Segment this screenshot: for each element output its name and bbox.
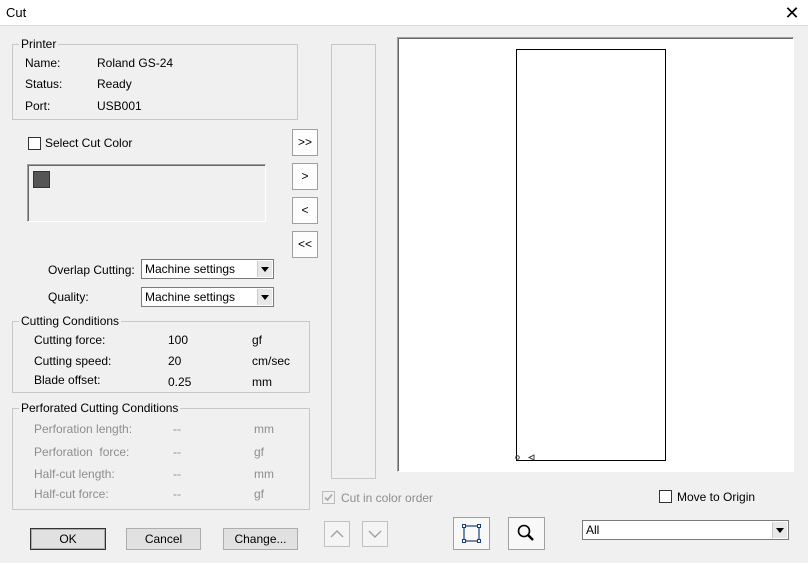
close-button[interactable]: ✕ [776,0,808,26]
blade-offset-value: 0.25 [168,375,192,389]
cut-in-color-order-label: Cut in color order [341,491,434,505]
zoom-button[interactable] [508,517,545,550]
chevron-down-icon[interactable] [257,289,272,305]
perforated-conditions-title: Perforated Cutting Conditions [19,401,181,415]
title-bar: Cut [0,0,808,26]
move-left-button[interactable]: < [292,197,318,224]
printer-port-value: USB001 [97,99,142,113]
printer-name-label: Name: [25,56,61,70]
move-all-right-label: >> [297,135,312,149]
printer-status-label: Status: [25,77,63,91]
half-cut-length-value: -- [173,467,181,481]
perforated-conditions-group: Perforated Cutting Conditions Perforatio… [12,401,310,510]
move-all-left-label: << [297,237,312,251]
origin-marker-icon [515,454,535,461]
change-button[interactable]: Change... [223,528,298,550]
change-label: Change... [234,532,287,546]
move-up-button[interactable] [324,521,350,547]
half-cut-force-label: Half-cut force: [34,487,109,501]
half-cut-length-unit: mm [254,467,274,481]
select-cut-color-label[interactable]: Select Cut Color [45,136,132,150]
window-title: Cut [6,5,27,20]
perforation-length-value: -- [173,422,181,436]
half-cut-force-value: -- [173,487,181,501]
view-filter-value: All [586,523,600,537]
printer-name-value: Roland GS-24 [97,56,174,70]
blade-offset-unit: mm [252,375,272,389]
fit-page-icon [462,524,481,543]
half-cut-length-label: Half-cut length: [34,467,115,481]
quality-label: Quality: [48,290,89,304]
perforation-length-unit: mm [254,422,274,436]
move-right-label: > [301,169,309,183]
cutting-force-unit: gf [252,333,263,347]
select-cut-color-checkbox[interactable] [28,137,41,150]
quality-value: Machine settings [145,290,236,304]
cutting-conditions-title: Cutting Conditions [19,314,122,328]
cut-order-list[interactable] [331,44,376,479]
cutting-conditions-group: Cutting Conditions Cutting force: 100 gf… [12,314,310,393]
perforation-length-label: Perforation length: [34,422,133,436]
chevron-down-icon[interactable] [772,522,787,538]
cut-color-list[interactable] [27,164,266,222]
ok-label: OK [59,532,77,546]
perforation-force-unit: gf [254,445,265,459]
printer-group-title: Printer [19,37,59,51]
cancel-label: Cancel [144,532,183,546]
magnifier-icon [517,524,534,541]
printer-status-value: Ready [97,77,132,91]
move-all-left-button[interactable]: << [292,231,318,258]
cutting-speed-label: Cutting speed: [34,354,112,368]
view-filter-select[interactable]: All [582,520,789,540]
cutting-force-label: Cutting force: [34,333,106,347]
move-right-button[interactable]: > [292,163,318,190]
cutting-speed-unit: cm/sec [252,354,291,368]
ok-button[interactable]: OK [30,528,106,550]
move-to-origin-checkbox[interactable] [659,490,672,503]
move-down-button[interactable] [362,521,388,547]
check-icon [324,493,333,502]
move-left-label: < [301,203,309,217]
half-cut-force-unit: gf [254,487,265,501]
blade-offset-label: Blade offset: [34,373,101,387]
media-outline [516,49,666,461]
cutting-force-value: 100 [168,333,189,347]
printer-group: Printer Name: Roland GS-24 Status: Ready… [12,37,298,120]
printer-port-label: Port: [25,99,51,113]
close-icon: ✕ [784,3,800,23]
chevron-down-icon[interactable] [257,261,272,277]
cut-preview-area[interactable] [397,37,794,472]
move-all-right-button[interactable]: >> [292,129,318,156]
overlap-cutting-value: Machine settings [145,262,236,276]
perforation-force-value: -- [173,445,181,459]
move-to-origin-label[interactable]: Move to Origin [677,490,755,504]
color-swatch[interactable] [33,171,50,188]
overlap-cutting-select[interactable]: Machine settings [141,259,274,279]
overlap-cutting-label: Overlap Cutting: [48,263,135,277]
cutting-speed-value: 20 [168,354,182,368]
fit-view-button[interactable] [453,517,490,550]
quality-select[interactable]: Machine settings [141,287,274,307]
perforation-force-label: Perforation force: [34,445,130,459]
chevron-down-icon [368,530,382,538]
chevron-up-icon [330,530,344,538]
cancel-button[interactable]: Cancel [126,528,201,550]
cut-in-color-order-checkbox[interactable] [322,491,335,504]
